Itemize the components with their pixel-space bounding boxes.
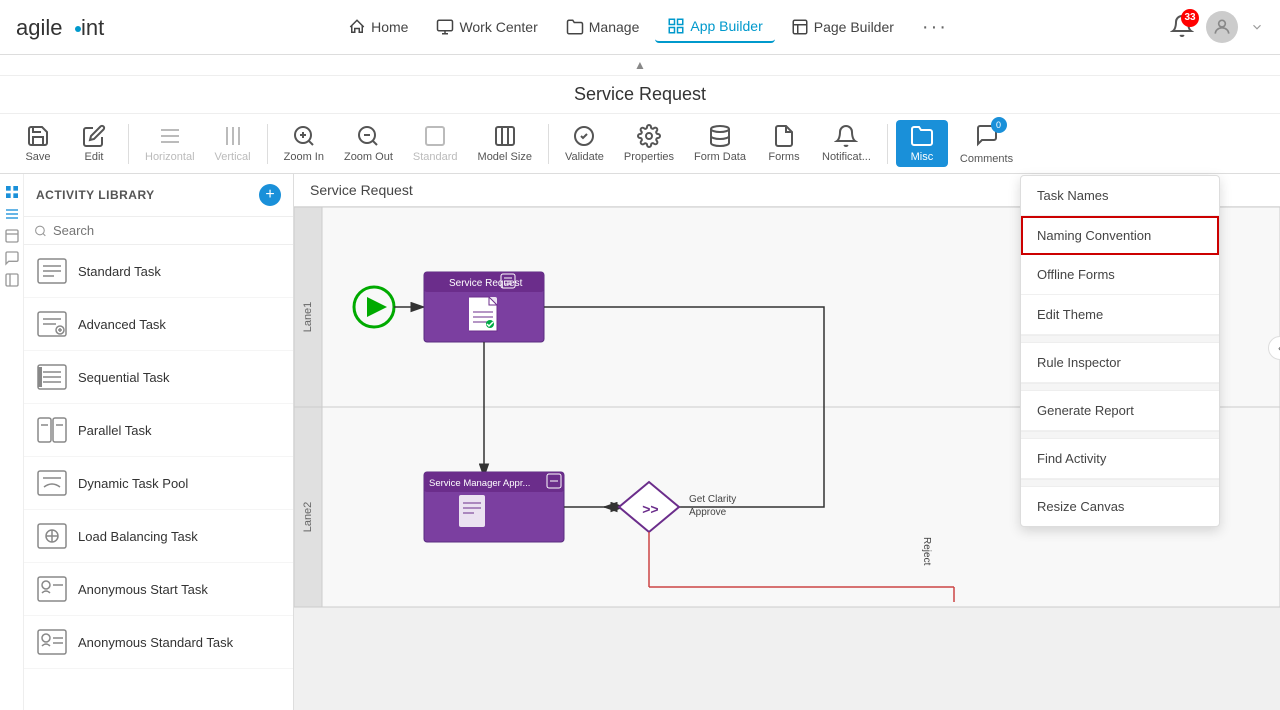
toolbar-separator xyxy=(128,124,129,164)
list-item[interactable]: Advanced Task xyxy=(24,298,293,351)
load-balancing-icon xyxy=(36,520,68,552)
zoomin-button[interactable]: Zoom In xyxy=(276,120,332,167)
sequential-task-icon xyxy=(36,361,68,393)
misc-button[interactable]: Misc xyxy=(896,120,948,167)
left-icon-code[interactable] xyxy=(2,270,22,290)
dropdown-rule-inspector[interactable]: Rule Inspector xyxy=(1021,343,1219,383)
sidebar-title: ACTIVITY LIBRARY xyxy=(36,188,155,202)
notifications-button[interactable]: Notificat... xyxy=(814,120,879,167)
nav-home[interactable]: Home xyxy=(336,12,420,42)
dropdown-edit-theme[interactable]: Edit Theme xyxy=(1021,295,1219,335)
dropdown-separator-3 xyxy=(1021,431,1219,439)
dropdown-generate-report[interactable]: Generate Report xyxy=(1021,391,1219,431)
svg-text:agile: agile xyxy=(16,15,62,40)
dropdown-separator-4 xyxy=(1021,479,1219,487)
svg-text:Approve: Approve xyxy=(689,507,727,518)
svg-text:Get Clarity: Get Clarity xyxy=(689,494,736,505)
modelsize-button[interactable]: Model Size xyxy=(470,120,540,167)
toolbar-separator-3 xyxy=(548,124,549,164)
edit-button[interactable]: Edit xyxy=(68,120,120,167)
list-item[interactable]: Dynamic Task Pool xyxy=(24,457,293,510)
nav-manage[interactable]: Manage xyxy=(554,12,652,42)
anonymous-start-task-label: Anonymous Start Task xyxy=(78,582,208,597)
nav-more[interactable]: ··· xyxy=(910,10,960,45)
list-item[interactable]: Sequential Task xyxy=(24,351,293,404)
user-avatar xyxy=(1206,11,1238,43)
formdata-button[interactable]: Form Data xyxy=(686,120,754,167)
svg-text:Service Manager Appr...: Service Manager Appr... xyxy=(429,478,530,489)
dynamic-task-pool-label: Dynamic Task Pool xyxy=(78,476,188,491)
anonymous-start-icon xyxy=(36,573,68,605)
dropdown-resize-canvas[interactable]: Resize Canvas xyxy=(1021,487,1219,526)
comments-badge: 0 xyxy=(991,117,1007,133)
notifications-bell[interactable]: 33 xyxy=(1170,14,1194,41)
parallel-task-icon xyxy=(36,414,68,446)
top-navigation: agile int Home Work Center Manage App Bu… xyxy=(0,0,1280,55)
vertical-button[interactable]: Vertical xyxy=(207,120,259,167)
sidebar-header: ACTIVITY LIBRARY + xyxy=(24,174,293,217)
dropdown-task-names[interactable]: Task Names xyxy=(1021,176,1219,216)
list-item[interactable]: Anonymous Standard Task xyxy=(24,616,293,669)
standard-button[interactable]: Standard xyxy=(405,120,466,167)
dropdown-separator-2 xyxy=(1021,383,1219,391)
nav-items: Home Work Center Manage App Builder Page… xyxy=(134,10,1162,45)
activity-list: Standard Task Advanced Task xyxy=(24,245,293,710)
validate-button[interactable]: Validate xyxy=(557,120,612,167)
search-box xyxy=(24,217,293,245)
left-icon-list[interactable] xyxy=(2,204,22,224)
dropdown-offline-forms[interactable]: Offline Forms xyxy=(1021,255,1219,295)
notification-count: 33 xyxy=(1181,9,1199,27)
anonymous-standard-icon xyxy=(36,626,68,658)
anonymous-standard-task-label: Anonymous Standard Task xyxy=(78,635,233,650)
misc-dropdown-menu: Task Names Naming Convention Offline For… xyxy=(1020,175,1220,527)
dropdown-naming-convention[interactable]: Naming Convention xyxy=(1021,216,1219,255)
advanced-task-icon xyxy=(36,308,68,340)
list-item[interactable]: Anonymous Start Task xyxy=(24,563,293,616)
toolbar-separator-2 xyxy=(267,124,268,164)
sequential-task-label: Sequential Task xyxy=(78,370,170,385)
nav-workcenter[interactable]: Work Center xyxy=(424,12,549,42)
user-menu[interactable] xyxy=(1206,11,1264,43)
toolbar-separator-4 xyxy=(887,124,888,164)
activity-library-sidebar: ACTIVITY LIBRARY + Standard Task xyxy=(24,174,294,710)
left-icon-chat[interactable] xyxy=(2,248,22,268)
left-icon-bar xyxy=(0,174,24,710)
collapse-arrow[interactable]: ▲ xyxy=(0,55,1280,76)
properties-button[interactable]: Properties xyxy=(616,120,682,167)
page-title: Service Request xyxy=(0,76,1280,114)
svg-text:Lane2: Lane2 xyxy=(302,502,314,533)
comments-button[interactable]: 0 Comments xyxy=(952,119,1021,169)
svg-text:int: int xyxy=(81,15,104,40)
dropdown-separator xyxy=(1021,335,1219,343)
forms-button[interactable]: Forms xyxy=(758,120,810,167)
nav-pagebuilder[interactable]: Page Builder xyxy=(779,12,906,42)
user-menu-chevron xyxy=(1250,20,1264,34)
svg-text:>>: >> xyxy=(642,501,658,517)
dynamic-task-pool-icon xyxy=(36,467,68,499)
dropdown-find-activity[interactable]: Find Activity xyxy=(1021,439,1219,479)
save-button[interactable]: Save xyxy=(12,120,64,167)
zoomout-button[interactable]: Zoom Out xyxy=(336,120,401,167)
standard-task-icon xyxy=(36,255,68,287)
search-input[interactable] xyxy=(53,223,283,238)
left-icon-grid[interactable] xyxy=(2,182,22,202)
search-icon xyxy=(34,224,47,238)
list-item[interactable]: Load Balancing Task xyxy=(24,510,293,563)
toolbar: Save Edit Horizontal Vertical Zoom In Zo… xyxy=(0,114,1280,174)
parallel-task-label: Parallel Task xyxy=(78,423,151,438)
nav-right: 33 xyxy=(1170,11,1264,43)
standard-task-label: Standard Task xyxy=(78,264,161,279)
svg-text:Lane1: Lane1 xyxy=(302,302,314,333)
logo[interactable]: agile int xyxy=(16,9,126,45)
horizontal-button[interactable]: Horizontal xyxy=(137,120,203,167)
left-icon-shape[interactable] xyxy=(2,226,22,246)
list-item[interactable]: Parallel Task xyxy=(24,404,293,457)
nav-appbuilder[interactable]: App Builder xyxy=(655,11,774,43)
list-item[interactable]: Standard Task xyxy=(24,245,293,298)
sidebar-add-button[interactable]: + xyxy=(259,184,281,206)
advanced-task-label: Advanced Task xyxy=(78,317,166,332)
svg-text:Reject: Reject xyxy=(921,537,932,566)
load-balancing-task-label: Load Balancing Task xyxy=(78,529,198,544)
